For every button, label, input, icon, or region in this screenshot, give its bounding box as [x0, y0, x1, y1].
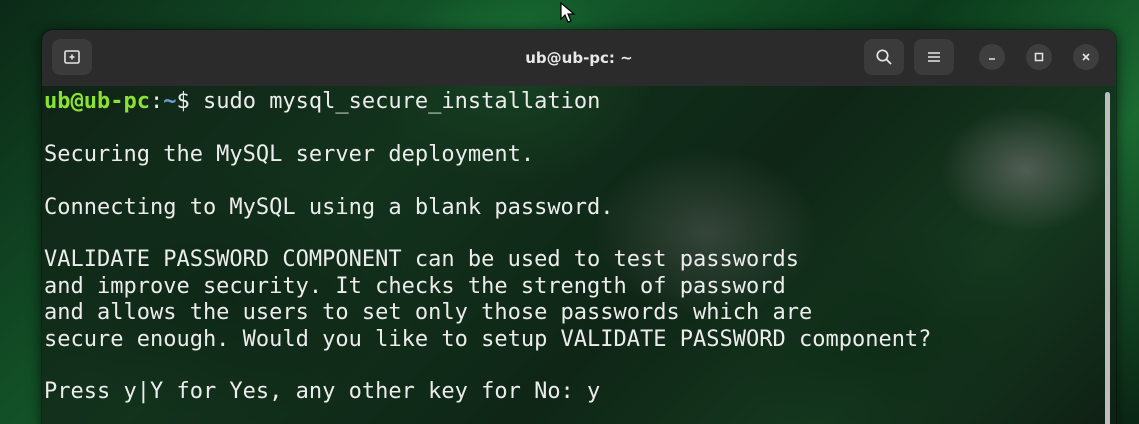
prompt-path: ~ [163, 89, 177, 114]
maximize-button[interactable] [1026, 44, 1052, 70]
minimize-icon [989, 58, 995, 60]
output-line: VALIDATE PASSWORD COMPONENT can be used … [44, 247, 799, 273]
output-line: Connecting to MySQL using a blank passwo… [44, 194, 614, 220]
menu-button[interactable] [914, 39, 954, 75]
new-tab-icon [64, 50, 80, 64]
minimize-button[interactable] [979, 44, 1005, 70]
output-line: Press y|Y for Yes, any other key for No:… [44, 379, 601, 405]
close-icon [1082, 53, 1090, 61]
terminal-output[interactable]: ub@ub-pc:~$ sudo mysql_secure_installati… [42, 86, 1116, 424]
prompt-line: ub@ub-pc:~$ sudo mysql_secure_installati… [44, 89, 931, 115]
prompt-user-host: ub@ub-pc [44, 89, 150, 114]
output-line: Securing the MySQL server deployment. [44, 141, 535, 167]
terminal-window: ub@ub-pc: ~ ub@ub-pc:~$ sudo mysql_secur… [41, 29, 1117, 424]
title-bar[interactable]: ub@ub-pc: ~ [42, 30, 1116, 86]
hamburger-menu-icon [928, 52, 940, 62]
output-line: and allows the users to set only those p… [44, 300, 813, 326]
prompt-symbol: $ [176, 89, 190, 114]
desktop-background: ub@ub-pc: ~ ub@ub-pc:~$ sudo mysql_secur… [0, 0, 1139, 424]
prompt-command: sudo mysql_secure_installation [189, 89, 601, 114]
close-button[interactable] [1073, 44, 1099, 70]
new-tab-button[interactable] [52, 39, 92, 75]
mouse-cursor-icon [560, 2, 576, 23]
window-title: ub@ub-pc: ~ [525, 49, 633, 67]
output-line: secure enough. Would you like to setup V… [44, 326, 932, 352]
prompt-separator: : [149, 89, 164, 114]
terminal-text: ub@ub-pc:~$ sudo mysql_secure_installati… [44, 89, 931, 406]
search-button[interactable] [864, 39, 904, 75]
terminal-scrollbar[interactable] [1105, 92, 1110, 424]
search-icon [876, 49, 892, 65]
output-line: and improve security. It checks the stre… [44, 273, 786, 299]
maximize-icon [1034, 52, 1044, 62]
